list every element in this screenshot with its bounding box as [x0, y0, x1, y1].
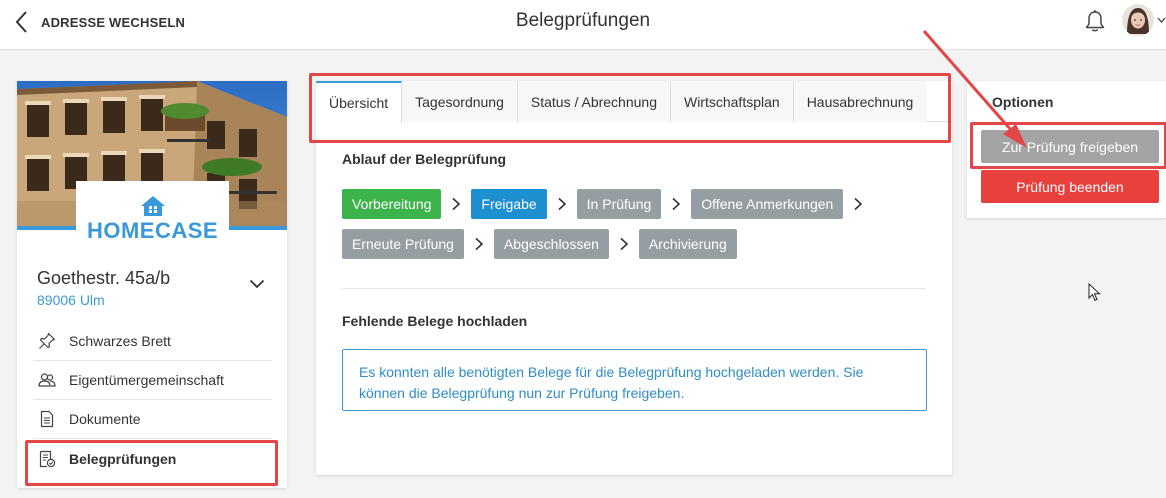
receipt-check-icon [37, 449, 57, 469]
sidebar-item-label: Belegprüfungen [69, 450, 177, 467]
property-street: Goethestr. 45a/b [37, 268, 171, 288]
sidebar-item-label: Dokumente [69, 411, 141, 427]
finish-review-button[interactable]: Prüfung beenden [981, 170, 1159, 203]
bell-icon[interactable] [1084, 9, 1106, 33]
chevron-right-icon [620, 237, 629, 251]
tab-uebersicht[interactable]: Übersicht [316, 81, 403, 123]
pin-icon [37, 331, 57, 351]
tab-bar: Übersicht Tagesordnung Status / Abrechnu… [316, 81, 952, 123]
info-message: Es konnten alle benötigten Belege für di… [342, 349, 927, 411]
step-in-pruefung: In Prüfung [576, 189, 662, 219]
property-card: HOMECASE Goethestr. 45a/b 89006 Ulm Schw… [17, 81, 287, 488]
sidebar-item-dokumente[interactable]: Dokumente [33, 400, 272, 439]
back-label: ADRESSE WECHSELN [41, 14, 186, 30]
step-freigabe: Freigabe [471, 189, 547, 219]
chevron-down-icon[interactable] [1157, 16, 1166, 24]
chevron-right-icon [475, 237, 484, 251]
step-archivierung: Archivierung [638, 229, 737, 259]
chevron-right-icon [854, 197, 863, 211]
property-city: 89006 Ulm [37, 292, 105, 308]
property-nav: Schwarzes Brett Eigentümergemeinschaft D… [33, 322, 272, 478]
chevron-left-icon [15, 11, 27, 33]
step-abgeschlossen: Abgeschlossen [493, 229, 609, 259]
property-address: Goethestr. 45a/b 89006 Ulm [37, 268, 170, 308]
chevron-right-icon [558, 197, 566, 211]
tab-status-abrechnung[interactable]: Status / Abrechnung [517, 81, 671, 122]
mouse-cursor-icon [1088, 283, 1101, 302]
sidebar-item-eigentuemergemeinschaft[interactable]: Eigentümergemeinschaft [33, 361, 272, 400]
step-row: Erneute Prüfung Abgeschlossen Archivieru… [342, 229, 932, 259]
flow-title: Ablauf der Belegprüfung [342, 151, 507, 167]
top-bar: ADRESSE WECHSELN Belegprüfungen [0, 0, 1166, 50]
sidebar-item-label: Eigentümergemeinschaft [69, 372, 224, 388]
avatar[interactable] [1122, 4, 1154, 36]
sidebar-item-label: Schwarzes Brett [69, 333, 171, 349]
main-card: Übersicht Tagesordnung Status / Abrechnu… [316, 81, 952, 475]
process-steps: Vorbereitung Freigabe In Prüfung Offene … [342, 189, 932, 269]
sidebar-item-belegpruefungen[interactable]: Belegprüfungen [33, 439, 272, 478]
user-photo-icon [1122, 4, 1154, 36]
sidebar-item-schwarzes-brett[interactable]: Schwarzes Brett [33, 322, 272, 361]
house-icon [140, 196, 165, 216]
step-offene-anmerkungen: Offene Anmerkungen [691, 189, 844, 219]
section-divider [342, 288, 926, 289]
step-row: Vorbereitung Freigabe In Prüfung Offene … [342, 189, 932, 219]
release-for-review-button[interactable]: Zur Prüfung freigeben [981, 130, 1159, 163]
back-button[interactable]: ADRESSE WECHSELN [14, 10, 185, 34]
tab-wirtschaftsplan[interactable]: Wirtschaftsplan [670, 81, 794, 122]
options-title: Optionen [992, 94, 1054, 110]
document-icon [37, 409, 57, 429]
step-erneute-pruefung: Erneute Prüfung [342, 229, 464, 259]
people-icon [37, 370, 57, 390]
chevron-down-icon[interactable] [249, 279, 265, 289]
tab-hausabrechnung[interactable]: Hausabrechnung [793, 81, 927, 122]
options-card: Optionen Zur Prüfung freigeben Prüfung b… [967, 81, 1166, 218]
upload-title: Fehlende Belege hochladen [342, 313, 528, 329]
tab-tagesordnung[interactable]: Tagesordnung [402, 81, 518, 122]
homecase-logo: HOMECASE [76, 181, 229, 249]
step-vorbereitung: Vorbereitung [342, 189, 442, 219]
logo-text: HOMECASE [86, 218, 219, 243]
chevron-right-icon [452, 197, 461, 211]
chevron-right-icon [672, 197, 681, 211]
